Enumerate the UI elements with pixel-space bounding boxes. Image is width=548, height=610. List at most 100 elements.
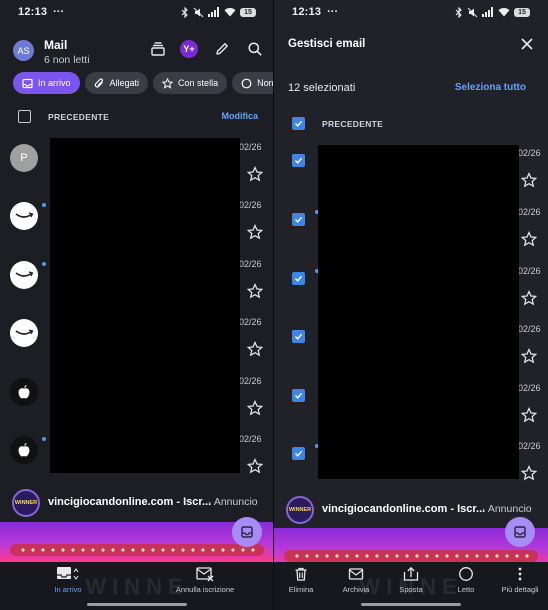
star-icon[interactable]: [521, 348, 537, 364]
email-date: 02/26: [239, 376, 262, 386]
apple-icon: [18, 443, 30, 457]
check-icon: [294, 157, 303, 164]
row-checkbox[interactable]: [292, 272, 305, 285]
app-header: AS Mail 6 non letti Y+: [0, 32, 274, 68]
wifi-icon: [224, 8, 236, 17]
row-checkbox[interactable]: [292, 330, 305, 343]
chip-attachments[interactable]: Allegati: [84, 72, 149, 94]
ad-tag: · Annuncio: [482, 503, 532, 515]
inbox-icon: [57, 567, 79, 580]
action-more[interactable]: Più dettagli: [485, 566, 548, 594]
account-avatar[interactable]: AS: [13, 40, 34, 61]
bluetooth-icon: [455, 6, 462, 18]
row-checkbox[interactable]: [292, 447, 305, 460]
chip-starred[interactable]: Con stella: [153, 72, 228, 94]
section-label: PRECEDENTE: [48, 112, 110, 122]
check-icon: [294, 450, 303, 457]
redacted-content: [318, 145, 519, 479]
star-icon[interactable]: [247, 341, 263, 357]
sender-avatar: [10, 436, 38, 464]
row-checkbox[interactable]: [292, 389, 305, 402]
check-icon: [294, 120, 303, 127]
unread-dot: [42, 262, 46, 266]
star-icon[interactable]: [247, 224, 263, 240]
banner-bulbs: [292, 554, 530, 558]
inbox-icon: [241, 526, 253, 538]
row-checkbox[interactable]: [292, 154, 305, 167]
move-icon: [403, 566, 419, 581]
redacted-content: [50, 138, 240, 473]
inbox-icon: [514, 526, 526, 538]
chip-inbox[interactable]: In arrivo: [13, 72, 80, 94]
status-time: 12:13: [292, 6, 322, 18]
star-icon[interactable]: [521, 231, 537, 247]
filter-chips: In arrivo Allegati Con stella Non l: [13, 72, 274, 94]
action-label: Più dettagli: [501, 585, 539, 594]
ad-logo: WINNER: [286, 496, 314, 524]
star-icon[interactable]: [247, 283, 263, 299]
star-icon[interactable]: [247, 166, 263, 182]
circle-icon: [241, 78, 252, 88]
mute-icon: [467, 7, 478, 17]
amazon-icon: [15, 271, 34, 277]
status-bar: 12:13 ··· 15: [0, 0, 274, 24]
email-date: 02/26: [239, 434, 262, 444]
select-all-checkbox[interactable]: [292, 117, 305, 130]
chip-label: Non l: [257, 78, 274, 88]
bluetooth-icon: [181, 6, 188, 18]
close-icon[interactable]: [518, 35, 536, 53]
manage-header: Gestisci email: [274, 32, 548, 56]
newsletter-button[interactable]: [147, 38, 169, 60]
amazon-icon: [15, 212, 34, 218]
email-date: 02/26: [518, 441, 541, 451]
check-icon: [294, 333, 303, 340]
email-date: 02/26: [239, 259, 262, 269]
star-icon[interactable]: [521, 465, 537, 481]
star-icon[interactable]: [247, 458, 263, 474]
mute-icon: [193, 7, 204, 17]
wifi-icon: [498, 8, 510, 17]
page-title: Mail: [44, 38, 68, 52]
banner-bulbs: [18, 548, 256, 552]
ad-title: vincigiocandonline.com - Iscr...: [322, 503, 486, 515]
select-all-checkbox[interactable]: [18, 110, 31, 123]
select-all-button[interactable]: Seleziona tutto: [455, 82, 526, 93]
nav-inbox[interactable]: In arrivo: [33, 566, 103, 594]
row-checkbox[interactable]: [292, 213, 305, 226]
section-header: PRECEDENTE Modifica: [0, 107, 274, 127]
search-icon: [248, 42, 262, 56]
star-icon: [162, 77, 174, 89]
sender-avatar: [10, 202, 38, 230]
signal-icon: [208, 7, 219, 17]
selected-count: 12 selezionati: [288, 82, 356, 94]
yahoo-plus-button[interactable]: Y+: [178, 38, 200, 60]
inbox-fab[interactable]: [505, 517, 535, 547]
unread-count: 6 non letti: [44, 54, 90, 66]
ad-row[interactable]: WINNER vincigiocandonline.com - Iscr... …: [0, 485, 274, 521]
search-button[interactable]: [244, 38, 266, 60]
read-circle-icon: [459, 567, 473, 581]
edit-button[interactable]: Modifica: [221, 111, 258, 121]
trash-icon: [295, 567, 307, 581]
action-label: Letto: [457, 585, 475, 594]
email-date: 02/26: [239, 200, 262, 210]
section-label: PRECEDENTE: [322, 119, 384, 129]
inbox-fab[interactable]: [232, 517, 262, 547]
unread-dot: [42, 437, 46, 441]
archive-icon: [348, 568, 364, 580]
star-icon[interactable]: [521, 290, 537, 306]
star-icon[interactable]: [521, 407, 537, 423]
email-date: 02/26: [239, 317, 262, 327]
status-time: 12:13: [18, 6, 48, 18]
chip-label: Con stella: [178, 78, 219, 88]
section-header: PRECEDENTE: [274, 114, 548, 134]
star-icon[interactable]: [247, 400, 263, 416]
email-date: 02/26: [239, 142, 262, 152]
apple-icon: [18, 385, 30, 399]
nav-unsubscribe[interactable]: Annulla iscrizione: [170, 566, 240, 594]
compose-button[interactable]: [211, 38, 233, 60]
chip-label: In arrivo: [38, 78, 71, 88]
star-icon[interactable]: [521, 172, 537, 188]
manage-emails-screen: 12:13 ··· 15 Gestisci email 12 selezionat…: [274, 0, 548, 610]
chip-unread[interactable]: Non l: [232, 72, 274, 94]
